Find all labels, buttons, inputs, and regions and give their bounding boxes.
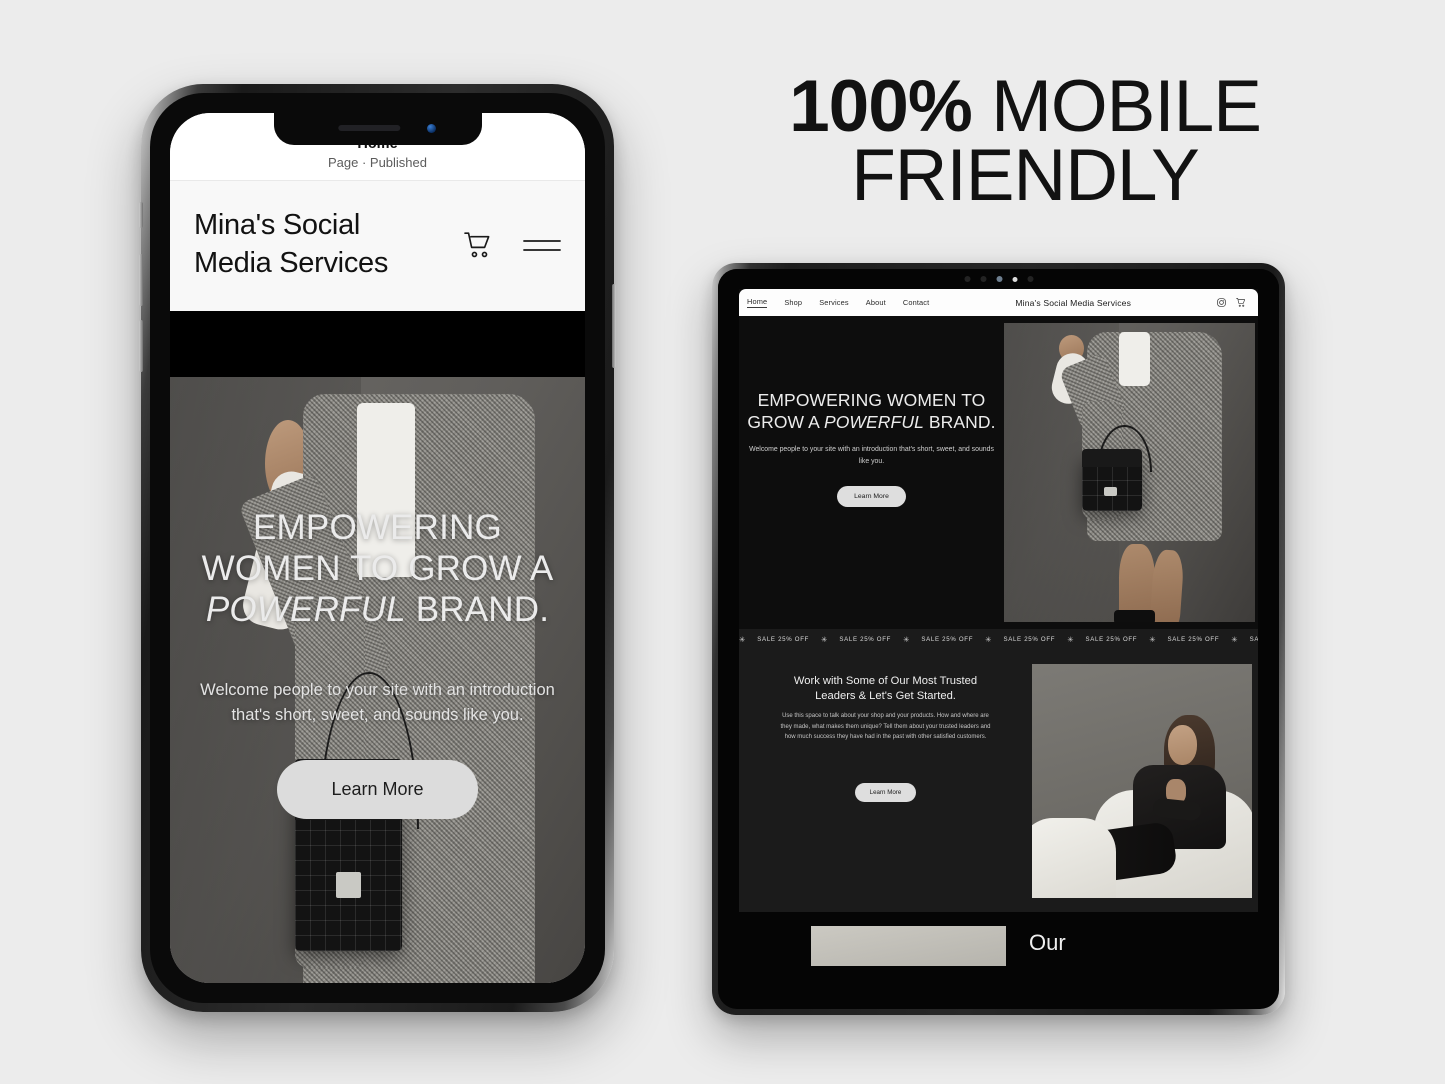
phone-volume-up-button[interactable] bbox=[139, 254, 143, 306]
shopping-cart-icon[interactable] bbox=[1236, 294, 1246, 312]
tablet-hero-photo-blazer-woman bbox=[1004, 323, 1255, 622]
sale-banner-item: SALE 25% OFF bbox=[839, 636, 892, 643]
sale-banner-item: SALE 25% OFF bbox=[1167, 636, 1220, 643]
poster-canvas: 100% MOBILE FRIENDLY Home Page · Publish… bbox=[0, 0, 1445, 1084]
tablet-section2-learn-more-button[interactable]: Learn More bbox=[854, 782, 917, 802]
tablet-section2-body: Use this space to talk about your shop a… bbox=[780, 713, 991, 741]
tablet-trusted-leaders-section: Work with Some of Our Most Trusted Leade… bbox=[739, 650, 1258, 912]
header-divider-band bbox=[170, 310, 585, 377]
nav-link-home[interactable]: Home bbox=[747, 297, 768, 308]
marketing-headline: 100% MOBILE FRIENDLY bbox=[735, 70, 1315, 217]
phone-hero-subtext: Welcome people to your site with an intr… bbox=[200, 681, 555, 725]
phone-learn-more-button[interactable]: Learn More bbox=[277, 759, 478, 819]
sale-banner-item: SALE 25% OFF bbox=[1003, 636, 1056, 643]
tablet-section3-heading: Our bbox=[1029, 930, 1066, 955]
sale-marquee-banner: ✳ SALE 25% OFF ✳ SALE 25% OFF ✳ SALE 25%… bbox=[739, 629, 1258, 650]
tablet-sensor-array-icon bbox=[964, 276, 1033, 282]
phone-hero-content: EMPOWERING WOMEN TO GROW A POWERFUL BRAN… bbox=[170, 507, 585, 819]
front-camera-icon bbox=[426, 124, 436, 133]
phone-power-button[interactable] bbox=[612, 284, 616, 368]
heading-part-2: BRAND. bbox=[405, 590, 550, 630]
instagram-icon[interactable] bbox=[1217, 294, 1226, 312]
editor-page-status: Page · Published bbox=[327, 155, 427, 171]
nav-link-services[interactable]: Services bbox=[819, 298, 849, 307]
site-logo[interactable]: Mina's Social Media Services bbox=[194, 207, 439, 282]
phone-bezel: Home Page · Published Mina's Social Medi… bbox=[150, 93, 605, 1003]
tablet-section2-copy-panel: Work with Some of Our Most Trusted Leade… bbox=[739, 664, 1032, 898]
sale-banner-item: SALE 25% OFF bbox=[1085, 636, 1138, 643]
phone-header-icons bbox=[463, 232, 561, 258]
tablet-screen: Home Shop Services About Contact Mina's … bbox=[739, 289, 1258, 1005]
heading-part-1: EMPOWERING WOMEN TO GROW A bbox=[201, 507, 554, 588]
heading-part-2: BRAND. bbox=[923, 411, 996, 432]
nav-link-about[interactable]: About bbox=[866, 298, 886, 307]
nav-link-shop[interactable]: Shop bbox=[784, 298, 802, 307]
phone-notch bbox=[273, 113, 482, 145]
tablet-nav-links: Home Shop Services About Contact bbox=[747, 297, 929, 308]
sale-banner-item: SALE 25% OFF bbox=[921, 636, 974, 643]
phone-hero-heading: EMPOWERING WOMEN TO GROW A POWERFUL BRAN… bbox=[180, 507, 575, 631]
phone-mockup: Home Page · Published Mina's Social Medi… bbox=[139, 84, 616, 1012]
phone-volume-down-button[interactable] bbox=[139, 320, 143, 372]
tablet-hero-heading: EMPOWERING WOMEN TO GROW A POWERFUL BRAN… bbox=[745, 390, 998, 433]
phone-site-header: Mina's Social Media Services bbox=[170, 181, 585, 311]
phone-hero-section: EMPOWERING WOMEN TO GROW A POWERFUL BRAN… bbox=[170, 376, 585, 983]
heading-emphasis: POWERFUL bbox=[823, 411, 924, 432]
headline-line-2: FRIENDLY bbox=[851, 135, 1200, 217]
headline-line-1: 100% MOBILE bbox=[735, 70, 1315, 143]
sale-banner-item: SALE 25% OFF bbox=[1249, 636, 1258, 643]
tablet-nav-icons bbox=[1217, 294, 1250, 312]
tablet-section2-heading: Work with Some of Our Most Trusted Leade… bbox=[793, 675, 978, 703]
tablet-section3-image-placeholder bbox=[811, 926, 1006, 966]
shopping-cart-icon[interactable] bbox=[463, 232, 493, 258]
hamburger-menu-icon[interactable] bbox=[523, 235, 561, 255]
tablet-hero-learn-more-button[interactable]: Learn More bbox=[837, 485, 906, 507]
tablet-mockup: Home Shop Services About Contact Mina's … bbox=[712, 263, 1285, 1015]
nav-link-contact[interactable]: Contact bbox=[903, 298, 930, 307]
tablet-top-bezel bbox=[718, 269, 1279, 289]
phone-screen: Home Page · Published Mina's Social Medi… bbox=[170, 113, 585, 983]
tablet-bezel: Home Shop Services About Contact Mina's … bbox=[718, 269, 1279, 1009]
tablet-section2-photo-armchair-woman bbox=[1032, 664, 1252, 898]
heading-emphasis: POWERFUL bbox=[205, 590, 406, 630]
tablet-site-title[interactable]: Mina's Social Media Services bbox=[929, 298, 1217, 308]
sale-banner-item: SALE 25% OFF bbox=[757, 636, 810, 643]
earpiece-speaker-icon bbox=[337, 125, 400, 131]
tablet-hero-section: EMPOWERING WOMEN TO GROW A POWERFUL BRAN… bbox=[739, 316, 1258, 629]
phone-silent-switch[interactable] bbox=[139, 202, 143, 228]
tablet-hero-subtext: Welcome people to your site with an intr… bbox=[749, 446, 994, 466]
tablet-site-navbar: Home Shop Services About Contact Mina's … bbox=[739, 289, 1258, 316]
tablet-hero-copy-panel: EMPOWERING WOMEN TO GROW A POWERFUL BRAN… bbox=[739, 316, 1004, 629]
tablet-section3-partial: Our bbox=[739, 912, 1258, 1005]
